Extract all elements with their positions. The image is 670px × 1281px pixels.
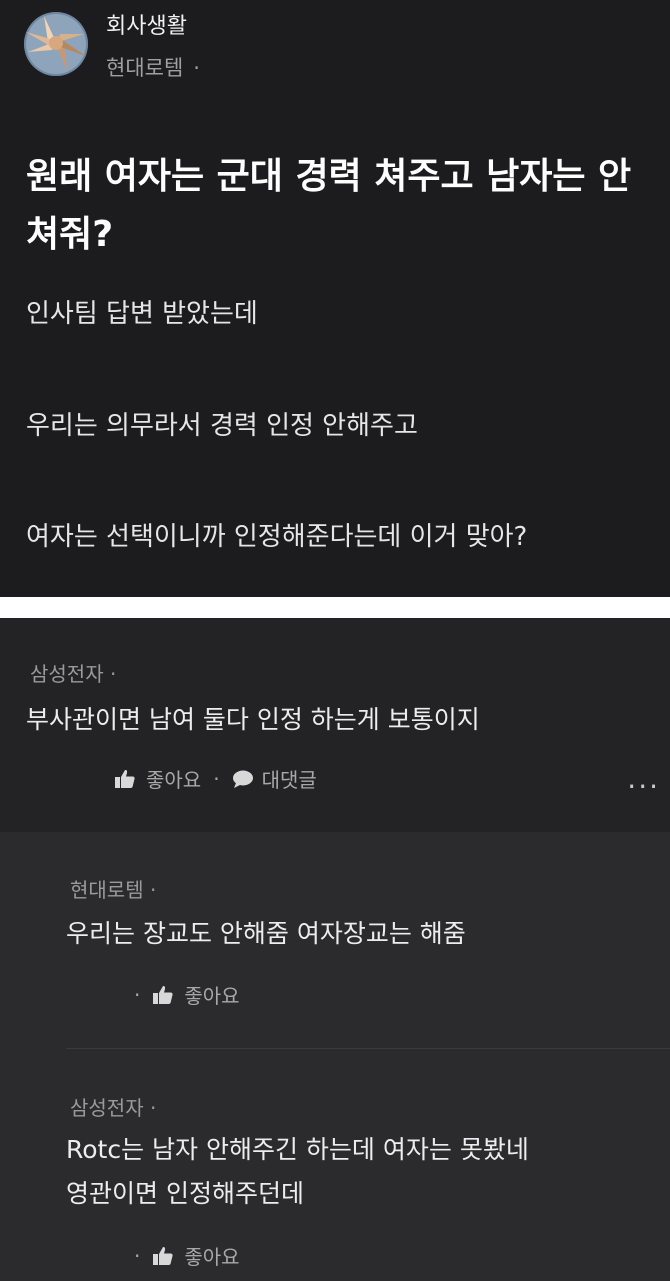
- author-company: 현대로템 ·: [106, 52, 200, 82]
- thumbs-up-icon: [115, 769, 135, 788]
- like-button[interactable]: 좋아요: [114, 764, 201, 793]
- reply-author: 현대로템 ·: [70, 878, 157, 902]
- comments-section: 삼성전자 · 부사관이면 남여 둘다 인정 하는게 보통이지 좋아요 · 대댓글…: [0, 618, 670, 1281]
- separator-dot: ·: [134, 982, 141, 1007]
- channel-name[interactable]: 회사생활: [106, 8, 187, 40]
- teamwork-hands-avatar-icon: [24, 12, 88, 76]
- separator-dot: ·: [213, 766, 220, 791]
- reply-label: 대댓글: [261, 768, 317, 792]
- more-options-icon[interactable]: ···: [627, 770, 660, 803]
- like-button[interactable]: 좋아요: [152, 1241, 240, 1270]
- like-button[interactable]: 좋아요: [152, 980, 240, 1009]
- speech-bubble-icon: [232, 770, 253, 788]
- reply-text-line-1: Rotc는 남자 안해주긴 하는데 여자는 못봤네: [66, 1135, 529, 1164]
- like-label: 좋아요: [184, 984, 240, 1008]
- post-card: 회사생활 현대로템 · 원래 여자는 군대 경력 쳐주고 남자는 안쳐줘? 인사팀…: [0, 0, 670, 597]
- author-company-name: 현대로템: [106, 56, 184, 80]
- channel-avatar[interactable]: [24, 12, 88, 76]
- reply-text-line-2: 영관이면 인정해주던데: [66, 1179, 304, 1208]
- reply-actions: · 좋아요: [134, 1241, 240, 1270]
- reply-divider: [66, 1048, 670, 1049]
- replies-thread: 현대로템 · 우리는 장교도 안해줌 여자장교는 해줌 · 좋아요 삼성전자 ·…: [0, 832, 670, 1281]
- like-label: 좋아요: [184, 1245, 240, 1269]
- post-body-line-1: 인사팀 답변 받았는데: [26, 299, 258, 329]
- reply-button[interactable]: 대댓글: [232, 764, 317, 793]
- comment-text: 부사관이면 남여 둘다 인정 하는게 보통이지: [26, 705, 480, 734]
- post-body-line-3: 여자는 선택이니까 인정해준다는데 이거 맞아?: [26, 522, 528, 552]
- comment-author: 삼성전자 ·: [30, 662, 117, 686]
- post-title: 원래 여자는 군대 경력 쳐주고 남자는 안쳐줘?: [26, 156, 632, 255]
- reply-text: 우리는 장교도 안해줌 여자장교는 해줌: [66, 919, 466, 948]
- reply-actions: · 좋아요: [134, 980, 240, 1009]
- thumbs-up-icon: [153, 1246, 173, 1265]
- post-body-line-2: 우리는 의무라서 경력 인정 안해주고: [26, 411, 418, 441]
- separator-dot: ·: [134, 1243, 141, 1268]
- like-label: 좋아요: [146, 768, 202, 792]
- thumbs-up-icon: [153, 985, 173, 1004]
- comment-item: 삼성전자 · 부사관이면 남여 둘다 인정 하는게 보통이지 좋아요 · 대댓글…: [0, 618, 670, 832]
- comment-actions: 좋아요 · 대댓글: [114, 764, 317, 793]
- meta-dot: ·: [193, 56, 200, 80]
- reply-author: 삼성전자 ·: [70, 1096, 157, 1120]
